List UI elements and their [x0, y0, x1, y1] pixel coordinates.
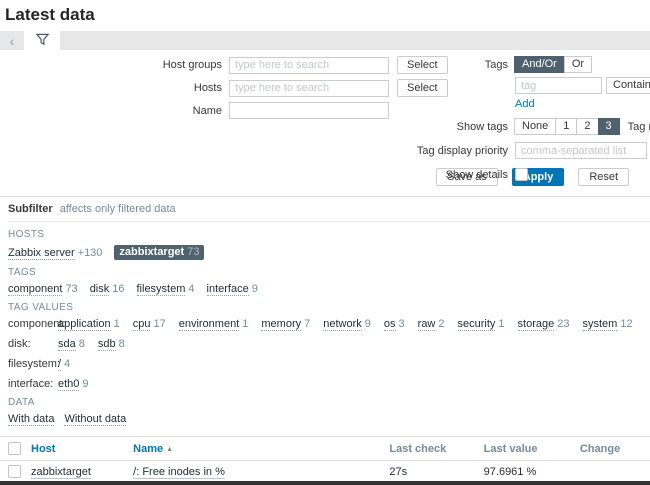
last-value-header: Last value — [479, 437, 575, 461]
tag-value-link[interactable]: / — [58, 358, 61, 371]
name-label: Name — [0, 105, 222, 117]
add-tag-link[interactable]: Add — [515, 98, 535, 110]
show-details-checkbox[interactable] — [515, 168, 528, 181]
tag-value-group-disk: disk: — [8, 338, 58, 350]
host-groups-label: Host groups — [0, 59, 222, 71]
change-header: Change — [575, 437, 650, 461]
tag-filter-component[interactable]: component — [8, 283, 62, 296]
hosts-input[interactable] — [229, 80, 389, 97]
table-row: zabbixtarget /: Free inodes in % 27s 97.… — [0, 461, 650, 483]
tags-operator-group: And/Or Or — [515, 56, 592, 73]
host-link[interactable]: zabbixtarget — [31, 466, 91, 479]
last-check-header: Last check — [384, 437, 478, 461]
page-title: Latest data — [0, 0, 650, 31]
tag-filter-interface[interactable]: interface — [207, 283, 249, 296]
tag-value-group-filesystem: filesystem: — [8, 358, 58, 370]
subfilter-subtitle: affects only filtered data — [60, 203, 176, 215]
tab-filter[interactable] — [24, 31, 60, 50]
without-data-link[interactable]: Without data — [64, 413, 126, 426]
subfilter: Subfilter affects only filtered data HOS… — [0, 197, 650, 426]
show-tags-3[interactable]: 3 — [598, 118, 620, 135]
row-checkbox[interactable] — [8, 465, 21, 478]
tag-value-link[interactable]: sdb — [98, 338, 116, 351]
hosts-heading: HOSTS — [8, 229, 650, 240]
show-tags-none[interactable]: None — [514, 118, 556, 135]
item-name-link[interactable]: /: Free inodes in % — [133, 466, 225, 479]
sort-by-name[interactable]: Name — [133, 443, 163, 455]
show-tags-1[interactable]: 1 — [555, 118, 577, 135]
host-groups-input[interactable] — [229, 57, 389, 74]
latest-data-table: Host Name▲ Last check Last value Change … — [0, 436, 650, 485]
tag-values-heading: TAG VALUES — [8, 302, 650, 313]
tag-input[interactable] — [515, 77, 602, 94]
tag-display-priority-input[interactable] — [515, 142, 647, 159]
tag-filter-filesystem[interactable]: filesystem — [137, 283, 186, 296]
sort-ascending-icon: ▲ — [166, 446, 173, 453]
data-heading: DATA — [8, 397, 650, 408]
tag-value-link[interactable]: os — [384, 318, 396, 331]
tags-label: Tags — [412, 59, 508, 71]
subfilter-title: Subfilter — [8, 203, 53, 215]
filter-funnel-icon — [36, 33, 49, 49]
chevron-left-icon: ‹ — [10, 34, 15, 48]
tag-value-link[interactable]: application — [58, 318, 111, 331]
tag-filter-disk[interactable]: disk — [90, 283, 110, 296]
show-details-label: Show details — [412, 169, 508, 181]
tag-value-link[interactable]: eth0 — [58, 378, 79, 391]
with-data-link[interactable]: With data — [8, 413, 54, 426]
show-tags-group: None 1 2 3 — [515, 118, 620, 135]
tags-operator-or[interactable]: Or — [564, 56, 592, 73]
filter-form: Host groups Select Hosts Select Name Tag… — [0, 50, 650, 158]
tag-value-link[interactable]: cpu — [133, 318, 151, 331]
show-tags-label: Show tags — [412, 121, 508, 133]
tag-value-link[interactable]: security — [458, 318, 496, 331]
show-tags-2[interactable]: 2 — [576, 118, 598, 135]
sort-by-host[interactable]: Host — [31, 443, 55, 455]
tag-match-select[interactable]: Contains — [606, 77, 650, 94]
name-input[interactable] — [229, 102, 389, 119]
tag-value-link[interactable]: environment — [179, 318, 240, 331]
tag-name-label: Tag name — [628, 121, 650, 133]
select-all-checkbox[interactable] — [8, 442, 21, 455]
bottom-bar — [0, 481, 650, 485]
collapse-filter-button[interactable]: ‹ — [0, 31, 24, 50]
table-header-row: Host Name▲ Last check Last value Change — [0, 437, 650, 461]
tag-value-link[interactable]: system — [583, 318, 618, 331]
tags-heading: TAGS — [8, 267, 650, 278]
hosts-label: Hosts — [0, 82, 222, 94]
tags-operator-andor[interactable]: And/Or — [514, 56, 565, 73]
tag-value-group-interface: interface: — [8, 378, 58, 390]
tag-display-priority-label: Tag display priority — [412, 145, 508, 157]
host-filter-link[interactable]: Zabbix server — [8, 247, 75, 260]
subfilter-host-zabbix-server: Zabbix server+130 — [8, 247, 102, 259]
filter-tabbar: ‹ — [0, 31, 650, 50]
host-filter-count: +130 — [78, 247, 103, 259]
tag-value-link[interactable]: raw — [418, 318, 436, 331]
tag-value-link[interactable]: network — [323, 318, 362, 331]
tag-value-link[interactable]: storage — [518, 318, 555, 331]
tag-value-group-component: component: — [8, 318, 58, 330]
tag-value-link[interactable]: memory — [261, 318, 301, 331]
tag-value-link[interactable]: sda — [58, 338, 76, 351]
subfilter-host-zabbixtarget-selected[interactable]: zabbixtarget73 — [114, 245, 204, 260]
